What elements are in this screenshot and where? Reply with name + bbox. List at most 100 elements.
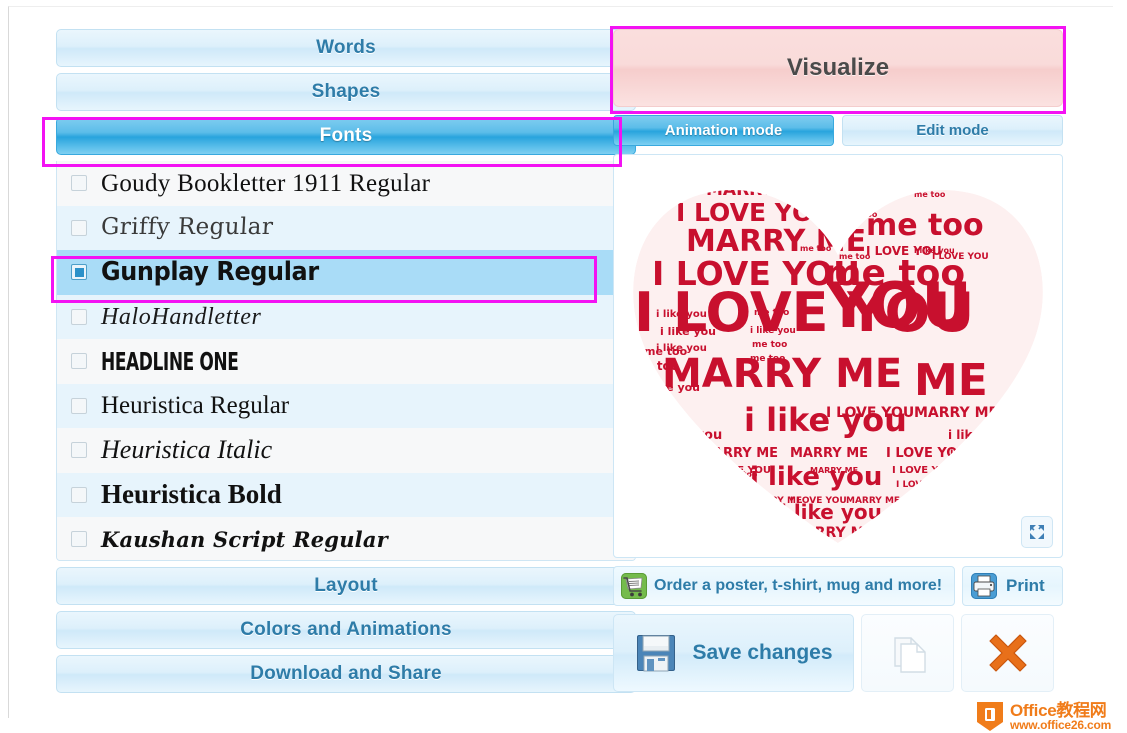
font-list-item[interactable]: Kaushan Script Regular bbox=[57, 517, 635, 560]
font-checkbox[interactable] bbox=[71, 175, 87, 192]
font-checkbox[interactable] bbox=[71, 219, 87, 236]
cloud-word: I LOVE YOU bbox=[676, 198, 834, 227]
delete-button[interactable] bbox=[961, 614, 1054, 692]
font-list-item[interactable]: Griffy Regular bbox=[57, 205, 635, 250]
visualize-label: Visualize bbox=[786, 54, 890, 81]
cloud-word: MARRY ME bbox=[914, 405, 998, 421]
cloud-word: MARRY ME bbox=[662, 351, 902, 397]
cloud-word: me too bbox=[839, 252, 871, 261]
font-list-item[interactable]: Heuristica Bold bbox=[57, 472, 635, 517]
cloud-word: I LOVE YOU bbox=[722, 171, 766, 179]
cloud-word: i like you bbox=[914, 246, 955, 255]
save-changes-label: Save changes bbox=[692, 641, 833, 664]
font-name-label: Kaushan Script Regular bbox=[101, 526, 388, 552]
font-name-label: Goudy Bookletter 1911 Regular bbox=[101, 169, 431, 197]
accordion-header-colors-animations[interactable]: Colors and Animations bbox=[56, 611, 636, 649]
tab-animation-mode[interactable]: Animation mode bbox=[613, 115, 834, 146]
secondary-action-row: Order a poster, t-shirt, mug and more! P… bbox=[613, 566, 1063, 606]
accordion-header-shapes[interactable]: Shapes bbox=[56, 73, 636, 111]
font-list-item[interactable]: Heuristica Regular bbox=[57, 383, 635, 428]
save-changes-button[interactable]: Save changes bbox=[613, 614, 854, 692]
fullscreen-icon[interactable] bbox=[1021, 516, 1053, 548]
accordion-label-shapes: Shapes bbox=[311, 81, 381, 102]
font-checkbox[interactable] bbox=[71, 531, 87, 548]
office-logo-icon bbox=[977, 702, 1003, 731]
font-name-label: Heuristica Regular bbox=[101, 392, 290, 420]
font-list[interactable]: Goudy Bookletter 1911 Regular Griffy Regu… bbox=[56, 161, 636, 561]
font-checkbox[interactable] bbox=[71, 486, 87, 503]
order-label: Order a poster, t-shirt, mug and more! bbox=[654, 577, 943, 594]
font-checkbox[interactable] bbox=[71, 353, 87, 370]
right-panel: Visualize Animation mode Edit mode I LOV… bbox=[613, 29, 1063, 699]
tab-animation-mode-label: Animation mode bbox=[664, 122, 783, 139]
word-cloud-canvas[interactable]: I LOVE YOU MARRY ME I LOVE YOU MARRY ME I LO… bbox=[613, 154, 1063, 558]
copy-button[interactable] bbox=[861, 614, 954, 692]
accordion-label-words: Words bbox=[316, 37, 376, 58]
tab-edit-mode[interactable]: Edit mode bbox=[842, 115, 1063, 146]
floppy-disk-save-icon bbox=[637, 635, 676, 672]
cloud-word: i like you bbox=[750, 462, 882, 492]
font-list-item[interactable]: HaloHandletter bbox=[57, 294, 635, 339]
mode-tab-row: Animation mode Edit mode bbox=[613, 115, 1063, 146]
word-cloud-heart: I LOVE YOUMARRY MEI LOVE YOUMARRY MEI LO… bbox=[630, 171, 1043, 555]
accordion-label-download-share: Download and Share bbox=[250, 663, 442, 684]
font-name-label: Gunplay Regular bbox=[101, 257, 319, 288]
font-list-item[interactable]: Heuristica Italic bbox=[57, 428, 635, 473]
font-checkbox[interactable] bbox=[71, 397, 87, 414]
tab-edit-mode-label: Edit mode bbox=[916, 122, 989, 139]
cloud-word: me too bbox=[632, 412, 679, 426]
copy-documents-icon bbox=[893, 637, 926, 673]
cloud-word: YOU bbox=[825, 269, 972, 342]
cloud-word: i like you bbox=[656, 428, 722, 443]
cloud-word: i like you bbox=[950, 447, 1001, 458]
font-name-label: HEADLINE ONE bbox=[101, 346, 239, 376]
left-accordion-panel: Words Shapes Fonts Goudy Bookletter 1911… bbox=[56, 29, 636, 699]
font-list-item[interactable]: HEADLINE ONE bbox=[57, 339, 635, 384]
font-checkbox[interactable] bbox=[71, 264, 87, 281]
visualize-button[interactable]: Visualize bbox=[613, 29, 1063, 107]
cloud-word: me too bbox=[630, 397, 674, 410]
font-checkbox[interactable] bbox=[71, 308, 87, 325]
cloud-word: me too bbox=[800, 244, 832, 253]
accordion-label-layout: Layout bbox=[314, 575, 378, 596]
cloud-word: i like you bbox=[780, 500, 882, 524]
delete-x-icon bbox=[988, 634, 1027, 672]
font-name-label: Griffy Regular bbox=[100, 214, 274, 241]
cloud-word: MARRY ME bbox=[790, 446, 868, 461]
cloud-word: me too bbox=[866, 189, 894, 197]
cloud-word: MARRY ME bbox=[948, 460, 996, 469]
primary-action-row: Save changes bbox=[613, 614, 1063, 692]
cloud-word: i like you bbox=[948, 428, 1009, 442]
accordion-label-fonts: Fonts bbox=[319, 125, 373, 146]
print-label: Print bbox=[1006, 576, 1045, 595]
font-list-item[interactable]: Gunplay Regular bbox=[57, 250, 635, 295]
order-merchandise-button[interactable]: Order a poster, t-shirt, mug and more! bbox=[613, 566, 955, 606]
font-checkbox[interactable] bbox=[71, 442, 87, 459]
cloud-word: ME bbox=[914, 355, 988, 406]
cloud-word: i like you bbox=[660, 325, 716, 338]
print-button[interactable]: Print bbox=[962, 566, 1063, 606]
font-name-label: HaloHandletter bbox=[101, 303, 262, 330]
watermark-line2: www.office26.com bbox=[1010, 717, 1112, 732]
cloud-word: I LOVE YOU bbox=[826, 405, 914, 421]
app-window: Words Shapes Fonts Goudy Bookletter 1911… bbox=[8, 6, 1113, 731]
cloud-word: i like you bbox=[654, 461, 705, 472]
accordion-header-fonts[interactable]: Fonts bbox=[56, 117, 636, 155]
font-list-item[interactable]: Goudy Bookletter 1911 Regular bbox=[57, 161, 635, 206]
cloud-word: me too bbox=[802, 539, 857, 555]
cloud-word: me too bbox=[754, 308, 789, 318]
cloud-word: MARRY ME bbox=[700, 446, 778, 461]
accordion-header-words[interactable]: Words bbox=[56, 29, 636, 67]
cloud-word: I LOVE YOU bbox=[896, 480, 953, 490]
cloud-word: me too bbox=[866, 208, 984, 243]
fullscreen-arrows-icon bbox=[1029, 524, 1044, 539]
font-name-label: Heuristica Bold bbox=[101, 479, 282, 510]
shopping-cart-icon bbox=[621, 573, 647, 599]
accordion-header-layout[interactable]: Layout bbox=[56, 567, 636, 605]
accordion-header-download-share[interactable]: Download and Share bbox=[56, 655, 636, 693]
cloud-word: i like you bbox=[656, 309, 707, 320]
cloud-word: I LOVE YOU bbox=[886, 446, 968, 461]
cloud-word: i like you bbox=[644, 445, 700, 458]
cloud-word: me too bbox=[752, 340, 787, 350]
cloud-word: me too bbox=[914, 190, 946, 199]
